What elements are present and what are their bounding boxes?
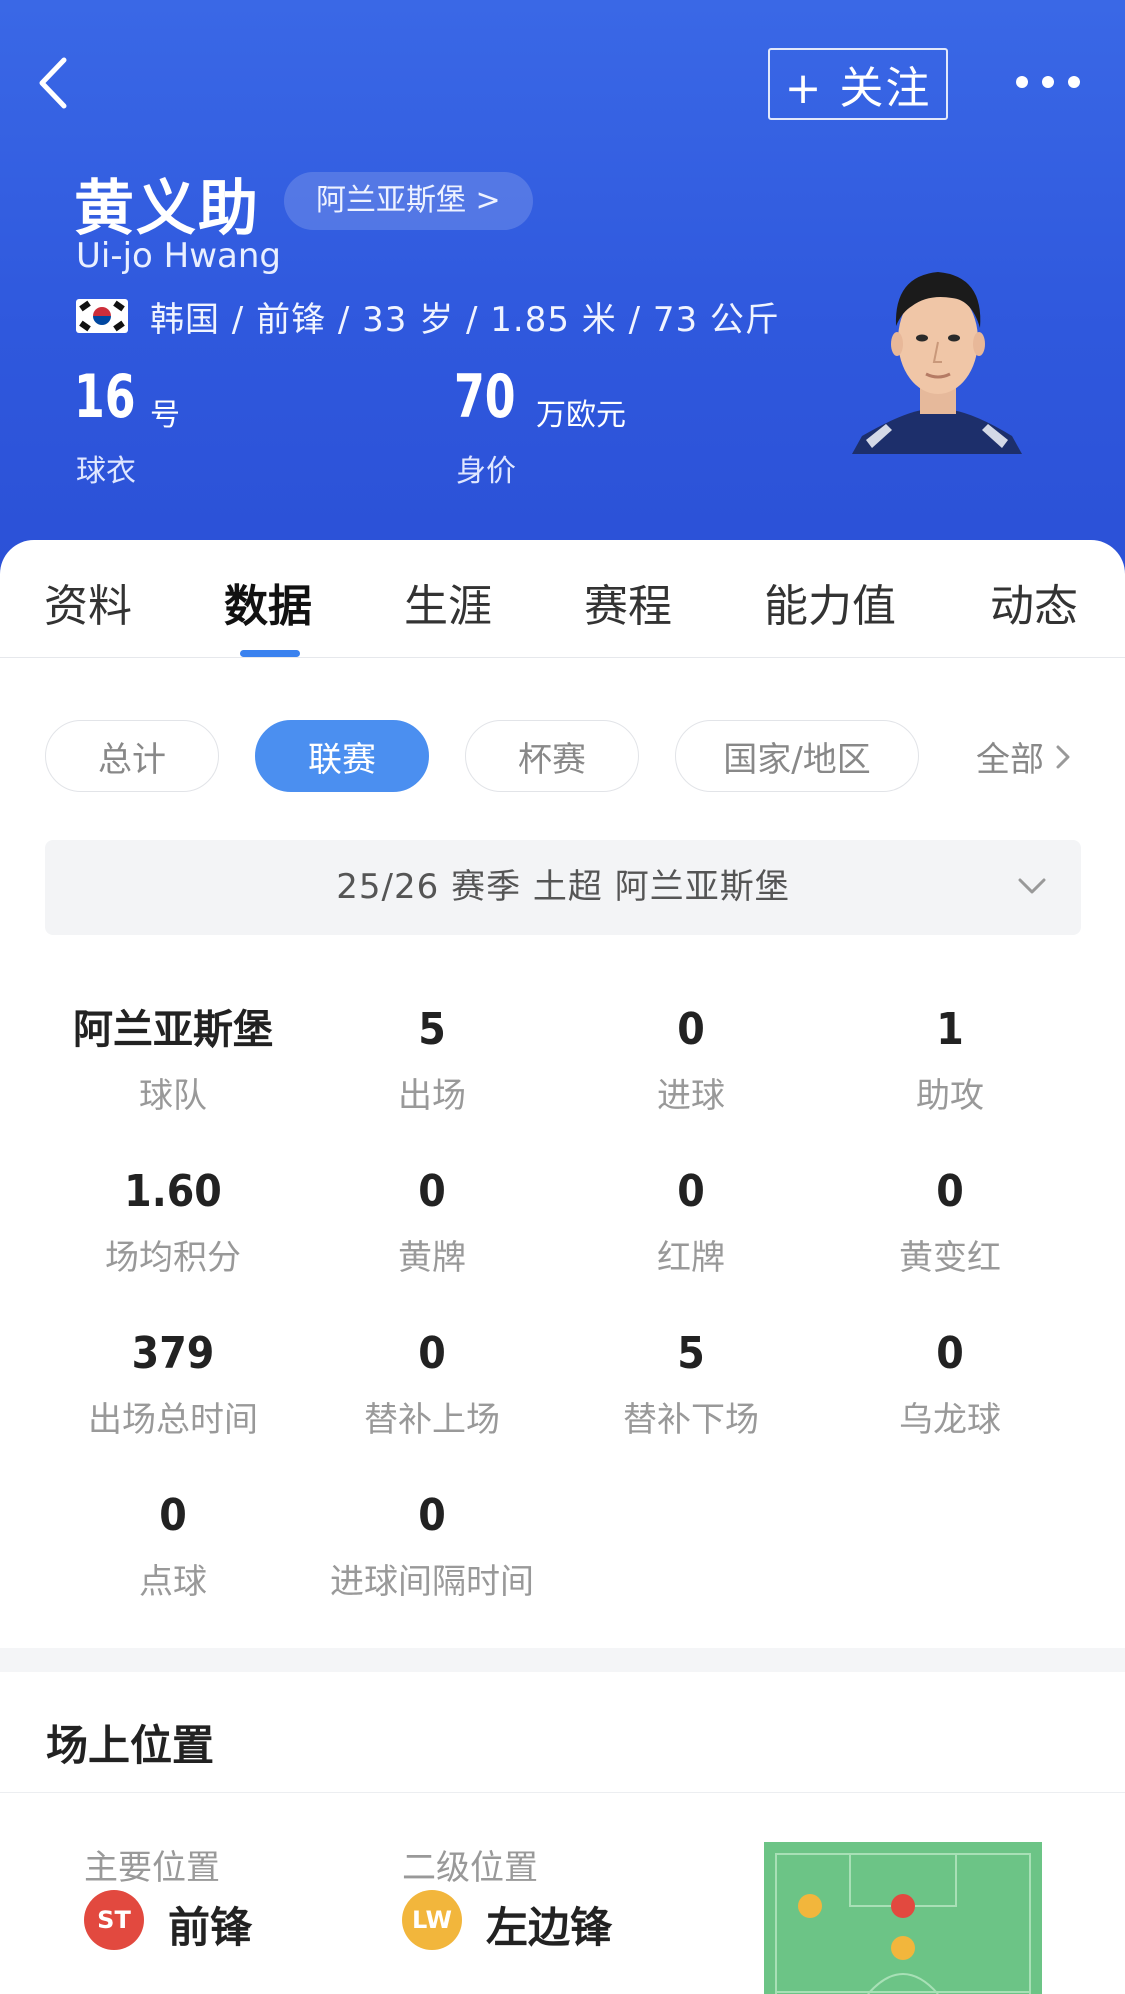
stat-label: 替补下场 [623,1400,759,1440]
stat-minutes-played: 379 出场总时间 [43,1326,303,1441]
jersey-number: 16 [74,362,136,432]
stat-value: 0 [936,1166,964,1217]
tab-profile[interactable]: 资料 [44,570,132,634]
stat-own-goals: 0 乌龙球 [820,1326,1080,1441]
stat-team: 阿兰亚斯堡 球队 [43,1002,303,1117]
chevron-down-icon [1018,878,1046,894]
player-photo [852,272,1022,454]
position-title: 场上位置 [46,1721,215,1770]
filter-total[interactable]: 总计 [45,720,219,792]
stat-value: 0 [936,1328,964,1379]
stat-sub-on: 0 替补上场 [302,1326,562,1441]
stat-label: 助攻 [916,1076,984,1116]
stat-label: 出场 [398,1076,466,1116]
secondary-position-label: 二级位置 [402,1848,538,1888]
follow-button[interactable]: + 关注 [768,48,948,120]
stat-value: 0 [418,1328,446,1379]
stat-value: 0 [677,1004,705,1055]
secondary-position-badge: LW [402,1890,462,1950]
stat-value: 0 [418,1166,446,1217]
stats-card: 资料 数据 生涯 赛程 能力值 动态 总计 联赛 杯赛 国家/地区 全部 25/… [0,540,1125,1648]
stat-label: 进球 [657,1076,725,1116]
stat-penalties: 0 点球 [43,1488,303,1603]
stat-value: 5 [418,1004,446,1055]
lw-position-dot [798,1894,822,1918]
stat-value: 379 [131,1328,215,1379]
player-name: 黄义助 [74,174,260,244]
stat-label: 红牌 [657,1238,725,1278]
korea-flag-icon [76,299,128,333]
player-info-row: 韩国 / 前锋 / 33 岁 / 1.85 米 / 73 公斤 [76,292,780,340]
stat-sub-off: 5 替补下场 [561,1326,821,1441]
primary-position-label: 主要位置 [84,1848,220,1888]
filter-league[interactable]: 联赛 [255,720,429,792]
filter-all[interactable]: 全部 [976,732,1074,781]
primary-position-badge: ST [84,1890,144,1950]
position-section: 场上位置 主要位置 ST 前锋 二级位置 LW 左边锋 [0,1672,1125,1994]
secondary-position-name: 左边锋 [486,1903,613,1952]
secondary-position-dot [891,1936,915,1960]
tab-data[interactable]: 数据 [224,570,312,634]
player-header: + 关注 黄义助 阿兰亚斯堡 > Ui-jo Hwang 韩国 / 前锋 / 3… [0,0,1125,600]
stat-value: 0 [418,1490,446,1541]
stat-goal-interval: 0 进球间隔时间 [302,1488,562,1603]
stat-appearances: 5 出场 [302,1002,562,1117]
stat-value: 1 [936,1004,964,1055]
jersey-label: 球衣 [76,454,136,489]
back-arrow-icon[interactable] [34,52,84,114]
primary-position-name: 前锋 [168,1903,253,1952]
market-value-number: 70 [454,362,516,432]
filter-all-label: 全部 [976,740,1044,780]
filter-national[interactable]: 国家/地区 [675,720,919,792]
more-dots-icon[interactable] [1016,60,1080,104]
stat-goals: 0 进球 [561,1002,821,1117]
stat-assists: 1 助攻 [820,1002,1080,1117]
stat-value: 5 [677,1328,705,1379]
stat-label: 乌龙球 [899,1400,1001,1440]
club-link[interactable]: 阿兰亚斯堡 > [284,172,533,230]
stat-label: 球队 [139,1076,207,1116]
stat-yellow-cards: 0 黄牌 [302,1164,562,1279]
tab-ability[interactable]: 能力值 [764,570,896,634]
market-value-unit: 万欧元 [536,398,626,433]
stat-label: 黄牌 [398,1238,466,1278]
pitch-map [764,1842,1042,1994]
stat-value: 阿兰亚斯堡 [73,1007,273,1053]
stat-red-cards: 0 红牌 [561,1164,821,1279]
stat-label: 进球间隔时间 [330,1562,534,1602]
stat-label: 场均积分 [105,1238,241,1278]
filter-cup[interactable]: 杯赛 [465,720,639,792]
chevron-right-icon [1056,745,1070,768]
player-info-text: 韩国 / 前锋 / 33 岁 / 1.85 米 / 73 公斤 [150,299,780,340]
stat-label: 点球 [139,1562,207,1602]
stat-label: 替补上场 [364,1400,500,1440]
stat-second-yellow: 0 黄变红 [820,1164,1080,1279]
st-position-dot [891,1894,915,1918]
season-label: 25/26 赛季 土超 阿兰亚斯堡 [336,867,790,907]
tab-bar: 资料 数据 生涯 赛程 能力值 动态 [0,540,1125,658]
player-name-english: Ui-jo Hwang [76,236,281,276]
active-tab-indicator [240,650,300,657]
season-selector[interactable]: 25/26 赛季 土超 阿兰亚斯堡 [45,840,1081,935]
stat-label: 黄变红 [899,1238,1001,1278]
stat-points-per-game: 1.60 场均积分 [43,1164,303,1279]
tab-schedule[interactable]: 赛程 [584,570,672,634]
jersey-unit: 号 [150,398,180,433]
market-value-label: 身价 [456,454,516,489]
divider [0,1792,1125,1793]
stat-label: 出场总时间 [88,1400,258,1440]
tab-career[interactable]: 生涯 [404,570,492,634]
stat-value: 0 [159,1490,187,1541]
stat-value: 1.60 [124,1166,222,1217]
stat-value: 0 [677,1166,705,1217]
tab-news[interactable]: 动态 [990,570,1078,634]
